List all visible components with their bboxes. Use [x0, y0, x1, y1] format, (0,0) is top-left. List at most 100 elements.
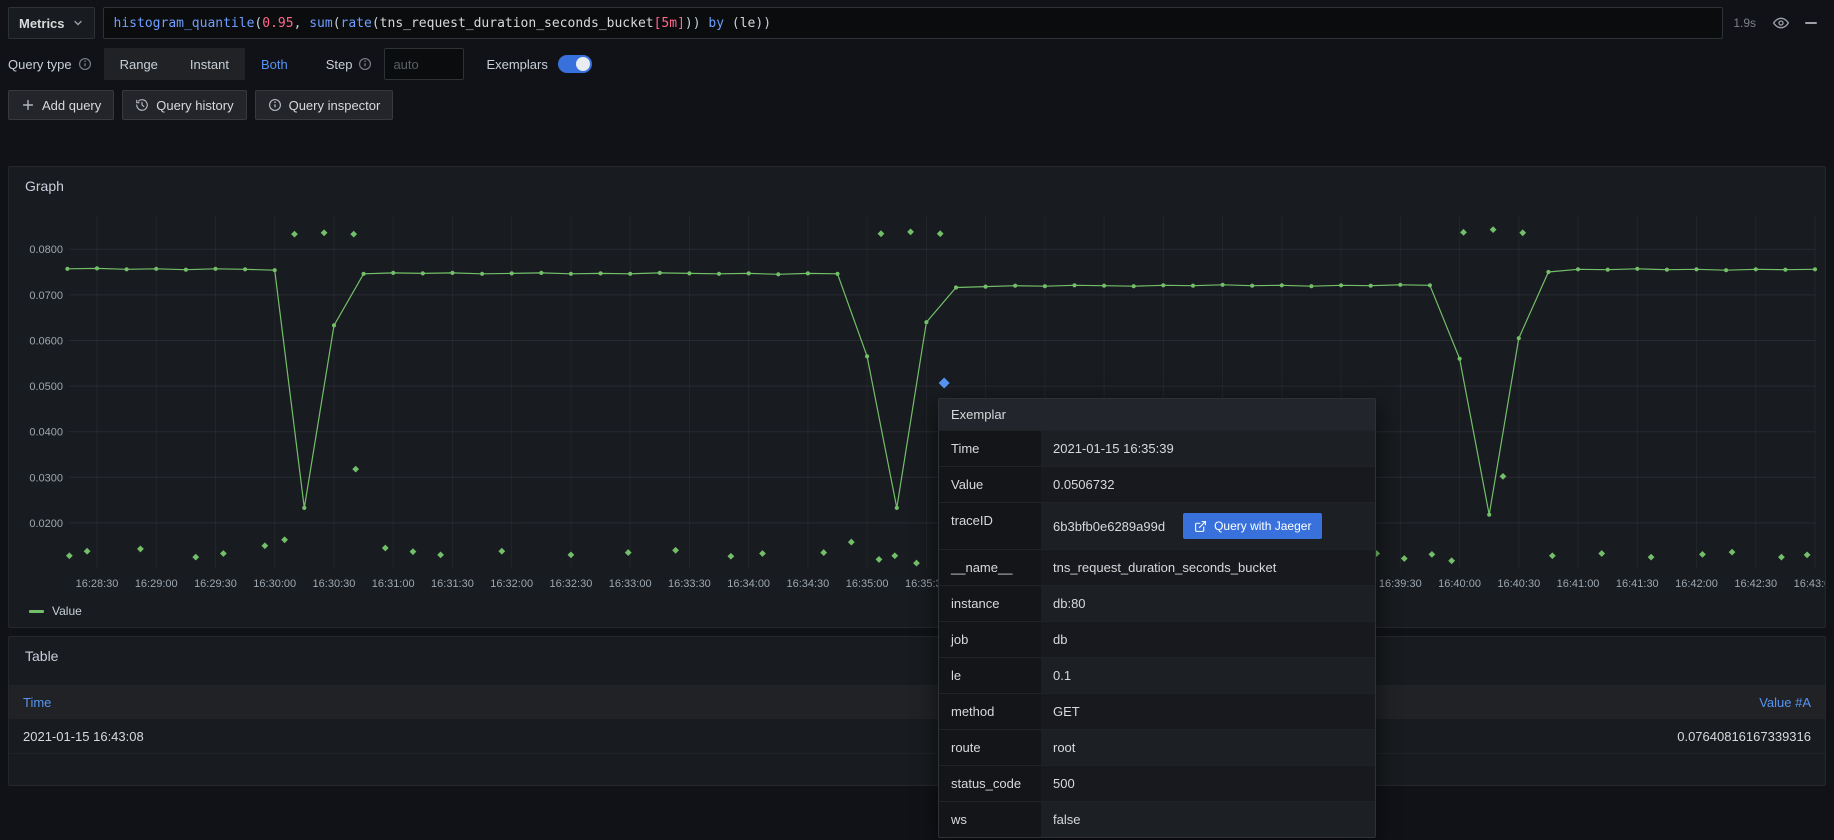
exemplar-marker[interactable]: [1460, 229, 1467, 236]
exemplar-marker[interactable]: [1598, 550, 1605, 557]
exemplar-marker[interactable]: [672, 547, 679, 554]
exemplar-marker[interactable]: [1490, 226, 1497, 233]
exemplar-marker[interactable]: [220, 550, 227, 557]
exemplar-marker[interactable]: [291, 231, 298, 238]
query-duration: 1.9s: [1733, 16, 1756, 30]
add-query-button[interactable]: Add query: [8, 90, 114, 120]
exemplar-marker[interactable]: [66, 552, 73, 559]
graph-legend[interactable]: Value: [9, 599, 1825, 623]
exemplar-marker[interactable]: [759, 550, 766, 557]
tooltip-value-text: db: [1053, 632, 1067, 647]
exemplar-marker[interactable]: [1500, 473, 1507, 480]
exemplar-marker[interactable]: [321, 229, 328, 236]
tooltip-value: db:80: [1041, 586, 1375, 621]
selected-exemplar-marker[interactable]: [939, 377, 950, 388]
info-icon: [268, 98, 282, 112]
query-input[interactable]: histogram_quantile(0.95, sum(rate(tns_re…: [103, 7, 1724, 39]
series-point: [1013, 284, 1017, 288]
axis-label: 0.0800: [29, 244, 63, 256]
datasource-picker[interactable]: Metrics: [8, 7, 95, 39]
graph-canvas[interactable]: 16:28:3016:29:0016:29:3016:30:0016:30:30…: [9, 201, 1825, 599]
exemplar-marker[interactable]: [1699, 551, 1706, 558]
exemplar-marker[interactable]: [1401, 555, 1408, 562]
exemplar-marker[interactable]: [1729, 549, 1736, 556]
exemplar-marker[interactable]: [820, 549, 827, 556]
add-query-label: Add query: [42, 98, 101, 113]
timeseries-chart[interactable]: 16:28:3016:29:0016:29:3016:30:0016:30:30…: [9, 201, 1825, 599]
tooltip-value: db: [1041, 622, 1375, 657]
exemplars-toggle[interactable]: [558, 55, 592, 73]
tooltip-label: __name__: [939, 550, 1041, 585]
table-panel-title[interactable]: Table: [9, 637, 1825, 671]
tooltip-row: __name__tns_request_duration_seconds_buc…: [939, 549, 1375, 585]
exemplar-marker[interactable]: [1804, 551, 1811, 558]
series-point: [895, 506, 899, 510]
exemplar-marker[interactable]: [727, 553, 734, 560]
query-history-button[interactable]: Query history: [122, 90, 246, 120]
exemplar-marker[interactable]: [352, 466, 359, 473]
exemplar-marker[interactable]: [1778, 554, 1785, 561]
series-point: [628, 272, 632, 276]
exemplar-marker[interactable]: [876, 556, 883, 563]
exemplar-marker[interactable]: [261, 542, 268, 549]
series-point: [1043, 284, 1047, 288]
exemplar-marker[interactable]: [1648, 554, 1655, 561]
tooltip-title: Exemplar: [939, 399, 1375, 430]
series-point: [480, 272, 484, 276]
exemplar-marker[interactable]: [891, 552, 898, 559]
axis-label: 16:32:30: [550, 578, 593, 590]
step-input[interactable]: [384, 48, 464, 80]
axis-label: 16:30:00: [253, 578, 296, 590]
series-point: [1754, 267, 1758, 271]
series-point: [1546, 270, 1550, 274]
exemplar-marker[interactable]: [84, 548, 91, 555]
series-point: [835, 272, 839, 276]
tooltip-label: traceID: [939, 503, 1041, 549]
query-with-jaeger-button[interactable]: Query with Jaeger: [1183, 513, 1322, 539]
exemplar-marker[interactable]: [382, 545, 389, 552]
exemplar-marker[interactable]: [192, 554, 199, 561]
axis-label: 16:29:00: [135, 578, 178, 590]
tooltip-row: Value0.0506732: [939, 466, 1375, 502]
exemplar-marker[interactable]: [1549, 552, 1556, 559]
exemplar-marker[interactable]: [937, 230, 944, 237]
exemplar-marker[interactable]: [907, 228, 914, 235]
tooltip-row: le0.1: [939, 657, 1375, 693]
query-inspector-button[interactable]: Query inspector: [255, 90, 394, 120]
remove-query-button[interactable]: [1796, 8, 1826, 38]
exemplar-marker[interactable]: [1519, 229, 1526, 236]
preview-query-button[interactable]: [1766, 8, 1796, 38]
tooltip-value-text: false: [1053, 812, 1080, 827]
exemplar-marker[interactable]: [1448, 557, 1455, 564]
step-label: Step: [326, 57, 373, 72]
series-point: [1369, 284, 1373, 288]
exemplar-marker[interactable]: [410, 548, 417, 555]
tooltip-label: job: [939, 622, 1041, 657]
series-point: [776, 272, 780, 276]
info-icon: [358, 57, 372, 71]
exemplar-marker[interactable]: [498, 548, 505, 555]
query-type-range[interactable]: Range: [104, 48, 174, 80]
exemplar-marker[interactable]: [350, 231, 357, 238]
axis-label: 16:40:00: [1438, 578, 1481, 590]
exemplar-marker[interactable]: [568, 551, 575, 558]
table-column-time[interactable]: Time: [9, 695, 917, 710]
exemplar-marker[interactable]: [281, 536, 288, 543]
tooltip-label: status_code: [939, 766, 1041, 801]
query-type-both[interactable]: Both: [245, 48, 304, 80]
tooltip-row: status_code500: [939, 765, 1375, 801]
table-cell: 2021-01-15 16:43:08: [9, 729, 917, 744]
exemplar-marker[interactable]: [437, 551, 444, 558]
tooltip-value: 6b3bfb0e6289a99dQuery with Jaeger: [1041, 503, 1375, 549]
query-type-instant[interactable]: Instant: [174, 48, 245, 80]
exemplar-marker[interactable]: [913, 560, 920, 567]
step-label-text: Step: [326, 57, 353, 72]
query-options-row: Query type RangeInstantBoth Step Exempla…: [8, 48, 1826, 80]
exemplar-marker[interactable]: [137, 546, 144, 553]
series-point: [273, 268, 277, 272]
table-row[interactable]: 2021-01-15 16:43:080.07640816167339316: [9, 719, 1825, 754]
exemplar-marker[interactable]: [1429, 551, 1436, 558]
exemplar-marker[interactable]: [848, 539, 855, 546]
graph-panel-title[interactable]: Graph: [9, 167, 1825, 201]
exemplar-marker[interactable]: [878, 230, 885, 237]
